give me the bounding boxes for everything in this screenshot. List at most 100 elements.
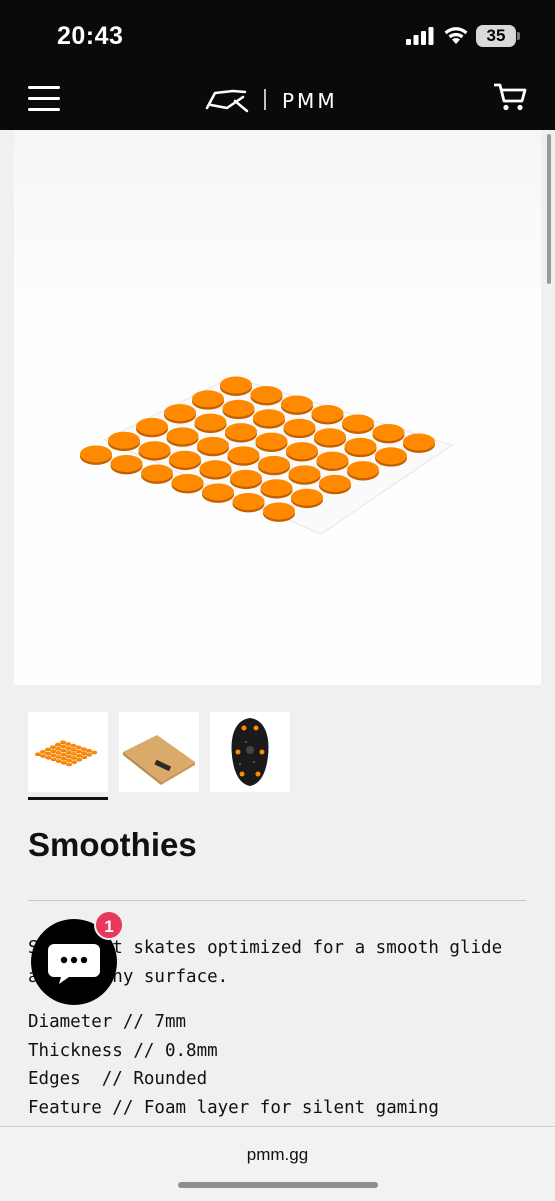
skate-dot	[86, 753, 93, 757]
pmm-logo[interactable]: PMM	[205, 84, 355, 116]
skate-dot	[263, 502, 295, 520]
skate-dot	[75, 745, 82, 749]
battery-nub	[517, 32, 520, 40]
hamburger-menu-button[interactable]	[28, 86, 60, 112]
skate-dot	[76, 757, 83, 761]
skate-dot	[110, 455, 143, 472]
home-indicator[interactable]	[178, 1182, 378, 1188]
skate-dot	[45, 747, 51, 751]
skate-dot	[65, 754, 72, 758]
skate-dot	[253, 409, 285, 427]
skate-dot	[192, 390, 224, 408]
skate-dot	[60, 748, 67, 752]
battery-indicator: 35	[476, 25, 516, 47]
skate-dot	[311, 405, 344, 422]
logo-text: PMM	[282, 89, 338, 113]
skate-dot	[342, 414, 374, 432]
skate-dot	[55, 755, 62, 759]
skate-dot	[141, 464, 173, 482]
skate-dot	[71, 756, 77, 760]
chat-notification-badge: 1	[94, 910, 124, 940]
skate-dot	[171, 474, 204, 491]
skate-dot	[76, 753, 82, 757]
skate-dot	[202, 483, 234, 501]
skate-dot	[291, 488, 323, 506]
skate-dot	[61, 760, 67, 765]
browser-address-bar[interactable]: pmm.gg	[0, 1126, 555, 1201]
skate-dot	[65, 750, 72, 754]
skate-dot	[138, 441, 171, 459]
skate-dot	[70, 747, 77, 752]
skate-dot	[45, 751, 52, 755]
product-main-image[interactable]	[14, 130, 541, 685]
skate-dot	[55, 759, 62, 763]
skate-dot	[288, 465, 321, 483]
skate-dot	[232, 493, 265, 510]
skate-dot	[80, 445, 112, 463]
skate-dot	[45, 755, 52, 759]
skate-dot	[71, 760, 78, 764]
skate-dot	[86, 748, 92, 753]
wifi-icon	[444, 27, 468, 44]
skate-dot	[225, 423, 257, 441]
thumbnail-packaging[interactable]	[119, 712, 199, 792]
skate-dot	[66, 762, 73, 766]
skate-dot	[286, 442, 318, 460]
skate-dot	[230, 469, 262, 487]
skate-dot	[50, 745, 56, 749]
thumbnail-mouse-underside[interactable]	[210, 712, 290, 792]
address-url[interactable]: pmm.gg	[0, 1145, 555, 1165]
skate-dot	[222, 399, 255, 417]
skate-dot	[194, 413, 227, 431]
thumbnail-selected-indicator	[28, 797, 108, 800]
skate-dot	[136, 417, 168, 435]
skate-dot	[403, 433, 435, 451]
skate-dot	[283, 418, 316, 436]
cellular-signal-icon	[406, 27, 434, 45]
skate-dot	[258, 455, 290, 473]
skate-dot	[227, 446, 260, 464]
skate-dot	[260, 479, 293, 497]
skate-dot	[108, 431, 140, 449]
product-title: Smoothies	[28, 826, 197, 863]
skate-dot	[60, 744, 67, 748]
thumbnail-skates-sheet[interactable]	[28, 712, 108, 792]
skate-dot	[70, 752, 77, 756]
scroll-indicator	[547, 134, 551, 284]
skate-dot	[319, 474, 351, 492]
skate-dot	[164, 404, 196, 422]
skate-dot	[81, 755, 88, 759]
spec-thickness: Thickness // 0.8mm	[28, 1040, 218, 1061]
skate-dot	[316, 451, 349, 469]
skates-sheet-image	[14, 130, 541, 685]
skate-dot	[220, 376, 252, 394]
spec-diameter: Diameter // 7mm	[28, 1012, 187, 1032]
spec-feature: Feature // Foam layer for silent gaming	[28, 1098, 439, 1119]
site-header: PMM	[0, 70, 555, 130]
status-bar: 20:43 35	[0, 0, 555, 70]
skate-dot	[81, 751, 87, 755]
skate-dot	[70, 743, 77, 747]
skate-dot	[250, 386, 283, 403]
cart-icon[interactable]	[494, 82, 528, 112]
skate-dot	[347, 461, 379, 479]
skate-dot	[169, 450, 201, 468]
skate-dot	[60, 740, 66, 744]
skate-dot	[66, 758, 72, 762]
skate-dot	[35, 752, 41, 756]
skate-dot	[166, 427, 199, 445]
skate-dot	[65, 746, 72, 750]
skate-dot	[281, 395, 313, 413]
skate-dot	[60, 752, 67, 756]
skate-dot	[55, 742, 61, 746]
skate-dot	[40, 750, 46, 754]
skate-dot	[375, 447, 407, 465]
skate-dot	[197, 436, 229, 454]
skate-dot	[65, 742, 72, 746]
skate-dot	[60, 756, 67, 760]
skate-dot	[199, 460, 232, 478]
skate-dot	[372, 424, 405, 441]
skate-dot	[314, 428, 346, 446]
skate-dot	[80, 747, 87, 751]
skate-dot	[50, 757, 57, 761]
